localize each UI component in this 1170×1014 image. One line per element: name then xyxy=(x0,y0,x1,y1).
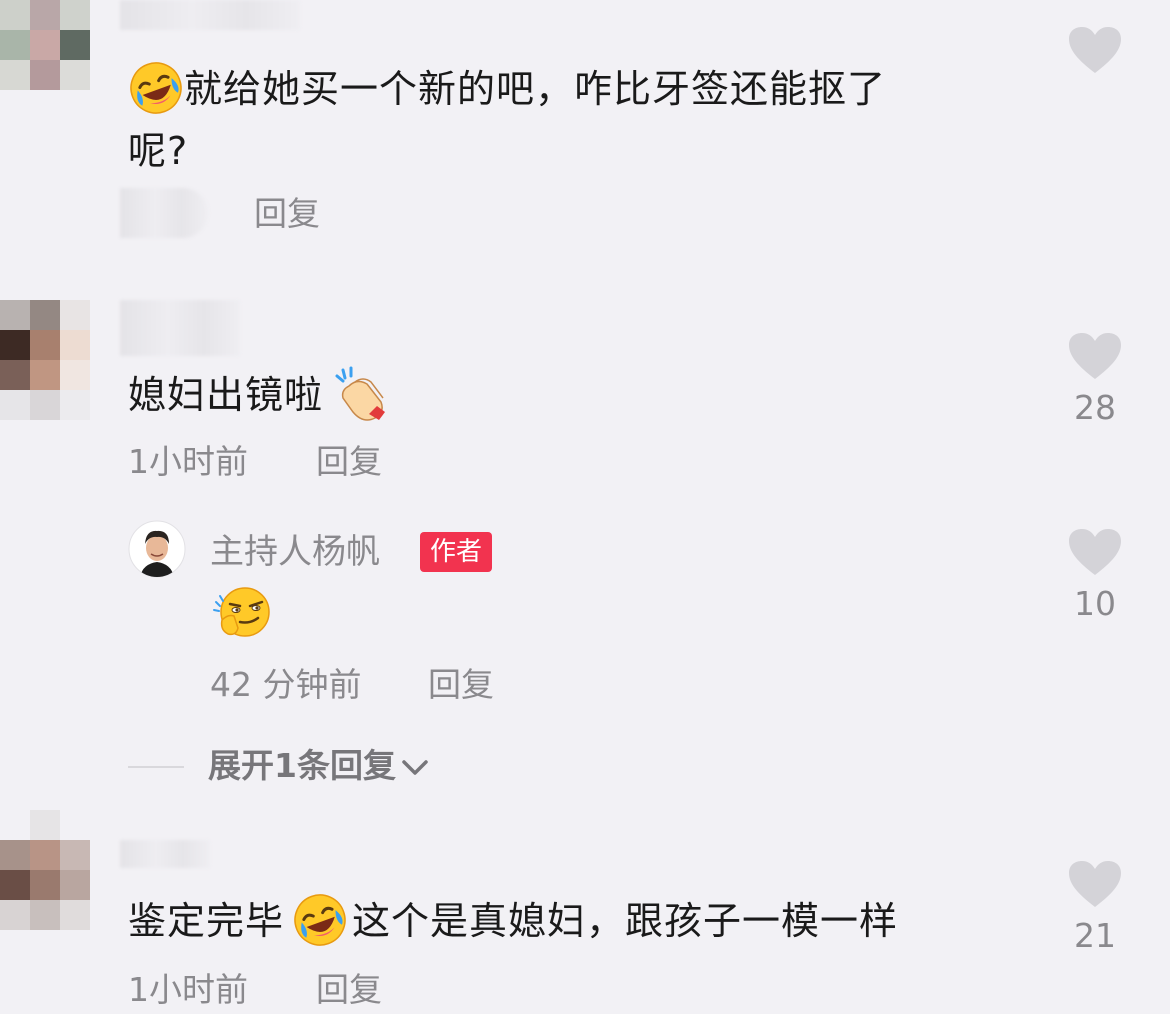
author-name[interactable]: 主持人杨帆 xyxy=(210,532,380,572)
username-blurred[interactable] xyxy=(120,0,300,30)
expand-replies-button[interactable]: 展开1条回复 xyxy=(208,746,430,786)
reply-time: 42 分钟前 xyxy=(210,665,362,704)
username-blurred[interactable] xyxy=(120,840,210,868)
rolling-laugh-emoji xyxy=(292,892,348,948)
reply-button[interactable]: 回复 xyxy=(316,970,382,1010)
clapping-hands-emoji xyxy=(335,366,386,421)
heart-icon[interactable] xyxy=(1068,26,1122,74)
time-blurred xyxy=(120,188,208,238)
chevron-down-icon xyxy=(402,759,428,775)
comment-time: 1小时前 xyxy=(128,442,248,481)
smirk-thinking-emoji xyxy=(213,587,270,637)
comment-text: 媳妇出镜啦 xyxy=(128,364,387,426)
avatar[interactable] xyxy=(0,810,90,930)
avatar[interactable] xyxy=(0,0,90,90)
like-count: 21 xyxy=(1074,916,1116,955)
comment-text: 就给她买一个新的吧，咋比牙签还能抠了 xyxy=(128,58,886,120)
author-badge: 作者 xyxy=(420,532,493,572)
comment-text-continued: 呢? xyxy=(128,129,189,173)
comment-time: 1小时前 xyxy=(128,970,248,1009)
heart-icon[interactable] xyxy=(1068,332,1122,380)
expand-label: 展开1条回复 xyxy=(208,746,396,785)
like-count: 10 xyxy=(1074,584,1116,623)
reply-button[interactable]: 回复 xyxy=(316,442,382,482)
divider-line xyxy=(128,766,184,768)
rolling-laugh-emoji xyxy=(128,60,184,116)
reply-button[interactable]: 回复 xyxy=(428,665,494,705)
avatar[interactable] xyxy=(128,520,186,578)
heart-icon[interactable] xyxy=(1068,860,1122,908)
like-count: 28 xyxy=(1074,388,1116,427)
comment-text: 鉴定完毕 这个是真媳妇，跟孩子一模一样 xyxy=(128,890,898,952)
heart-icon[interactable] xyxy=(1068,528,1122,576)
avatar[interactable] xyxy=(0,300,90,420)
reply-button[interactable]: 回复 xyxy=(254,194,320,234)
username-blurred[interactable] xyxy=(120,300,240,356)
